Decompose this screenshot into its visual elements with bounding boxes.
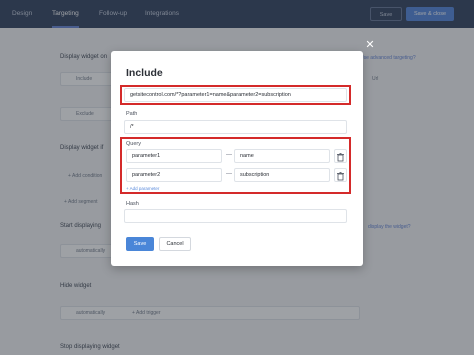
trash-icon xyxy=(337,153,344,162)
add-parameter-link[interactable]: + Add parameter xyxy=(126,186,159,191)
query-value-input-2[interactable]: subscription xyxy=(234,168,330,182)
hash-input[interactable] xyxy=(124,209,347,223)
modal-save-button[interactable]: Save xyxy=(126,237,154,251)
query-separator: — xyxy=(226,152,232,158)
delete-parameter-2-button[interactable] xyxy=(334,168,347,182)
path-input[interactable]: /* xyxy=(124,120,347,134)
query-value-input-1[interactable]: name xyxy=(234,149,330,163)
query-label: Query xyxy=(126,141,141,147)
query-key-input-2[interactable]: parameter2 xyxy=(126,168,222,182)
delete-parameter-1-button[interactable] xyxy=(334,149,347,163)
modal-title: Include xyxy=(126,67,163,79)
hash-label: Hash xyxy=(126,201,139,207)
modal-cancel-button[interactable]: Cancel xyxy=(159,237,191,251)
close-icon[interactable]: ✕ xyxy=(365,40,375,51)
trash-icon xyxy=(337,172,344,181)
include-modal: Include getsitecontrol.com/*?parameter1=… xyxy=(111,51,363,266)
query-separator: — xyxy=(226,171,232,177)
url-input[interactable]: getsitecontrol.com/*?parameter1=name&par… xyxy=(124,88,347,102)
path-label: Path xyxy=(126,111,138,117)
query-key-input-1[interactable]: parameter1 xyxy=(126,149,222,163)
